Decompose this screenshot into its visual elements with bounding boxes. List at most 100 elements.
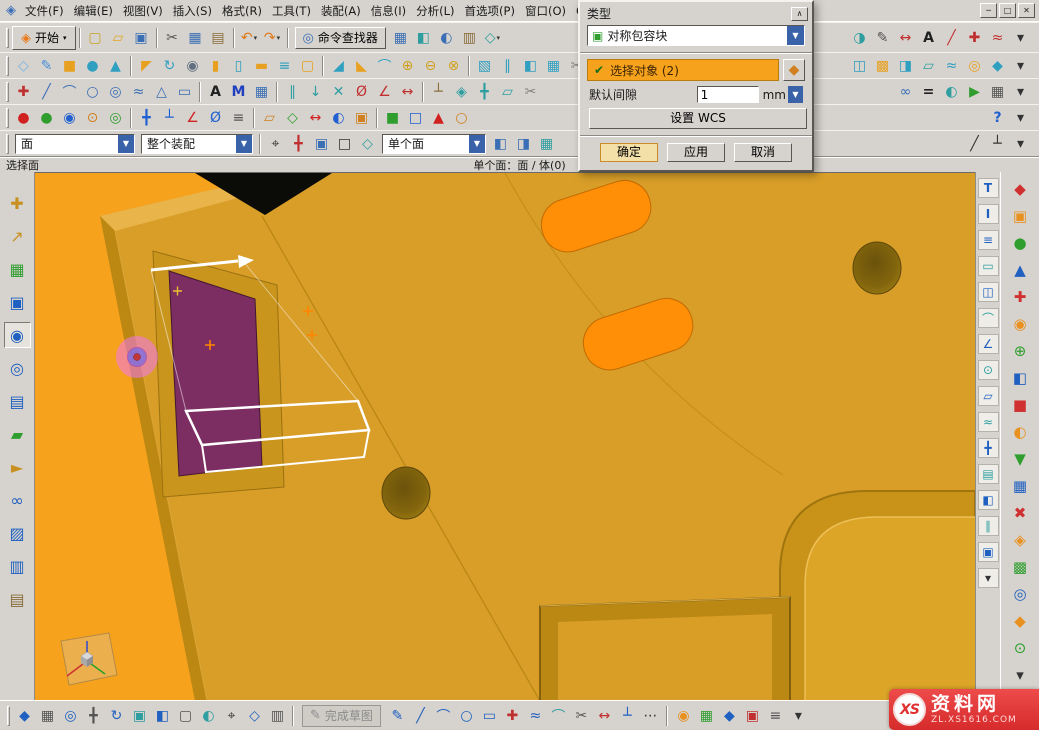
selbar-overflow-icon[interactable]: ▾ — [1009, 133, 1032, 155]
clipboard-icon[interactable]: ▤ — [4, 586, 31, 612]
display-blue-icon[interactable]: ◉ — [58, 107, 81, 129]
cancel-button[interactable]: 取消 — [734, 143, 792, 162]
boss-icon[interactable]: ▮ — [204, 55, 227, 77]
arc-icon[interactable]: ⌒ — [58, 81, 81, 103]
menu-item[interactable]: 信息(I) — [367, 1, 410, 21]
perpendicular-icon[interactable]: ┴ — [158, 107, 181, 129]
macro-icon[interactable]: ▶ — [963, 81, 986, 103]
toolbar-grip[interactable] — [6, 56, 9, 76]
feature-unite-icon[interactable]: ⊕ — [1007, 338, 1033, 363]
feature-pattern-icon[interactable]: ▦ — [1007, 473, 1033, 498]
touch-mode-icon[interactable]: ▦ — [389, 27, 412, 49]
model-pocket-floor[interactable] — [805, 517, 975, 700]
snapshot-icon[interactable]: ◐ — [940, 81, 963, 103]
slash-filter-icon[interactable]: ╱ — [963, 133, 986, 155]
shaded-icon[interactable]: ◧ — [151, 705, 174, 727]
draft-icon[interactable]: ◢ — [327, 55, 350, 77]
menu-item[interactable]: 插入(S) — [169, 1, 216, 21]
circle-icon[interactable]: ○ — [81, 81, 104, 103]
pocket-icon[interactable]: ▯ — [227, 55, 250, 77]
window-icon[interactable]: ◧ — [412, 27, 435, 49]
row3-overflow-icon[interactable]: ▾ — [1009, 81, 1032, 103]
model-hole-2[interactable] — [382, 467, 430, 519]
feature-gem-icon[interactable]: ◈ — [1007, 527, 1033, 552]
roles-icon[interactable]: ▰ — [4, 421, 31, 447]
plane-icon[interactable]: ▱ — [496, 81, 519, 103]
section-lines-icon[interactable]: ≡ — [978, 230, 999, 250]
show-hide-icon[interactable]: ◐ — [435, 27, 458, 49]
profile-icon[interactable]: ✎ — [386, 705, 409, 727]
sketch-dim-icon[interactable]: ↔ — [593, 705, 616, 727]
emboss-icon[interactable]: ◆ — [986, 55, 1009, 77]
collapse-section-button[interactable]: ∧ — [791, 7, 808, 21]
sketch-point-icon[interactable]: ✚ — [501, 705, 524, 727]
rib-icon[interactable]: ≡ — [273, 55, 296, 77]
edit-object-icon[interactable]: ■ — [381, 107, 404, 129]
sketch-rect-icon[interactable]: ▭ — [478, 705, 501, 727]
refresh-icon[interactable]: ✚ — [4, 190, 31, 216]
grid-display-icon[interactable]: ▦ — [36, 705, 59, 727]
sweep-icon[interactable]: ≈ — [940, 55, 963, 77]
play-icon[interactable]: ► — [4, 454, 31, 480]
mark-icon-2[interactable]: ▣ — [741, 705, 764, 727]
feature-shade-icon[interactable]: ◐ — [1007, 419, 1033, 444]
shade-faces-icon[interactable]: ◨ — [512, 133, 535, 155]
sketch-trim-icon[interactable]: ✂ — [570, 705, 593, 727]
toolbar-grip[interactable] — [6, 134, 9, 154]
angle-dim-icon[interactable]: ∠ — [373, 81, 396, 103]
pan-icon[interactable]: ╋ — [82, 705, 105, 727]
datum-plane-icon[interactable]: ◇ — [12, 55, 35, 77]
text-icon[interactable]: A — [204, 81, 227, 103]
polygon-icon[interactable]: △ — [150, 81, 173, 103]
wave-icon[interactable]: ≈ — [978, 412, 999, 432]
snap-icon[interactable]: ⌖ — [220, 705, 243, 727]
edge-blend-icon[interactable]: ⌒ — [373, 55, 396, 77]
sketch-more-icon[interactable]: ⋯ — [639, 705, 662, 727]
menu-item[interactable]: 编辑(E) — [70, 1, 117, 21]
selection-ball-center[interactable] — [134, 354, 141, 361]
wireframe-icon[interactable]: □ — [404, 107, 427, 129]
selected-face-highlight[interactable] — [169, 271, 262, 476]
measure-icon-2[interactable]: ◉ — [672, 705, 695, 727]
deviation-icon[interactable]: ↔ — [304, 107, 327, 129]
toolbar-grip[interactable] — [6, 82, 9, 102]
offset-surface-icon[interactable]: ◨ — [894, 55, 917, 77]
line-tool-icon[interactable]: ╱ — [940, 27, 963, 49]
half-view-icon[interactable]: ◧ — [978, 490, 999, 510]
offset-curve-icon[interactable]: ∥ — [281, 81, 304, 103]
studio-spline-icon[interactable]: ≈ — [127, 81, 150, 103]
details-icon[interactable]: ▥ — [4, 553, 31, 579]
focus-icon[interactable]: ◎ — [104, 107, 127, 129]
save-icon[interactable]: ▣ — [130, 27, 153, 49]
point-on-face-icon[interactable]: ╋ — [287, 133, 310, 155]
feature-down-icon[interactable]: ▼ — [1007, 446, 1033, 471]
chevron-down-icon[interactable]: ▼ — [787, 26, 804, 45]
mirror-feature-icon[interactable]: ◧ — [519, 55, 542, 77]
layer-settings-icon[interactable]: ▥ — [458, 27, 481, 49]
chevron-down-icon[interactable]: ▼ — [788, 86, 803, 103]
command-finder-button[interactable]: ◎ 命令查找器 — [295, 27, 386, 49]
cut-icon[interactable]: ✂ — [161, 27, 184, 49]
menu-item[interactable]: 装配(A) — [317, 1, 365, 21]
patch-icon[interactable]: ▧ — [473, 55, 496, 77]
viewport-3d[interactable] — [35, 172, 975, 700]
constraints-icon[interactable]: ┴ — [427, 81, 450, 103]
view-cube-icon[interactable]: ◆ — [13, 705, 36, 727]
highlight-faces-icon[interactable]: ◧ — [489, 133, 512, 155]
menu-item[interactable]: 工具(T) — [268, 1, 315, 21]
chevron-down-icon[interactable]: ▼ — [469, 135, 485, 153]
reflect-icon[interactable]: ◐ — [327, 107, 350, 129]
toolbar-grip[interactable] — [7, 706, 10, 726]
flat-face-icon[interactable]: ▭ — [978, 256, 999, 276]
center-icon[interactable]: ⊙ — [978, 360, 999, 380]
part-navigator-icon[interactable]: ▤ — [4, 388, 31, 414]
diameter-measure-icon[interactable]: Ø — [204, 107, 227, 129]
list-view-icon[interactable]: ▤ — [978, 464, 999, 484]
chevron-down-icon[interactable]: ▼ — [118, 135, 134, 153]
wave-link-icon[interactable]: ∞ — [894, 81, 917, 103]
chamfer-icon[interactable]: ◣ — [350, 55, 373, 77]
feature-sphere-icon[interactable]: ● — [1007, 230, 1033, 255]
sketch-spline-icon[interactable]: ≈ — [524, 705, 547, 727]
chevron-down-icon[interactable]: ▼ — [236, 135, 252, 153]
minimize-button[interactable]: ─ — [980, 3, 997, 18]
